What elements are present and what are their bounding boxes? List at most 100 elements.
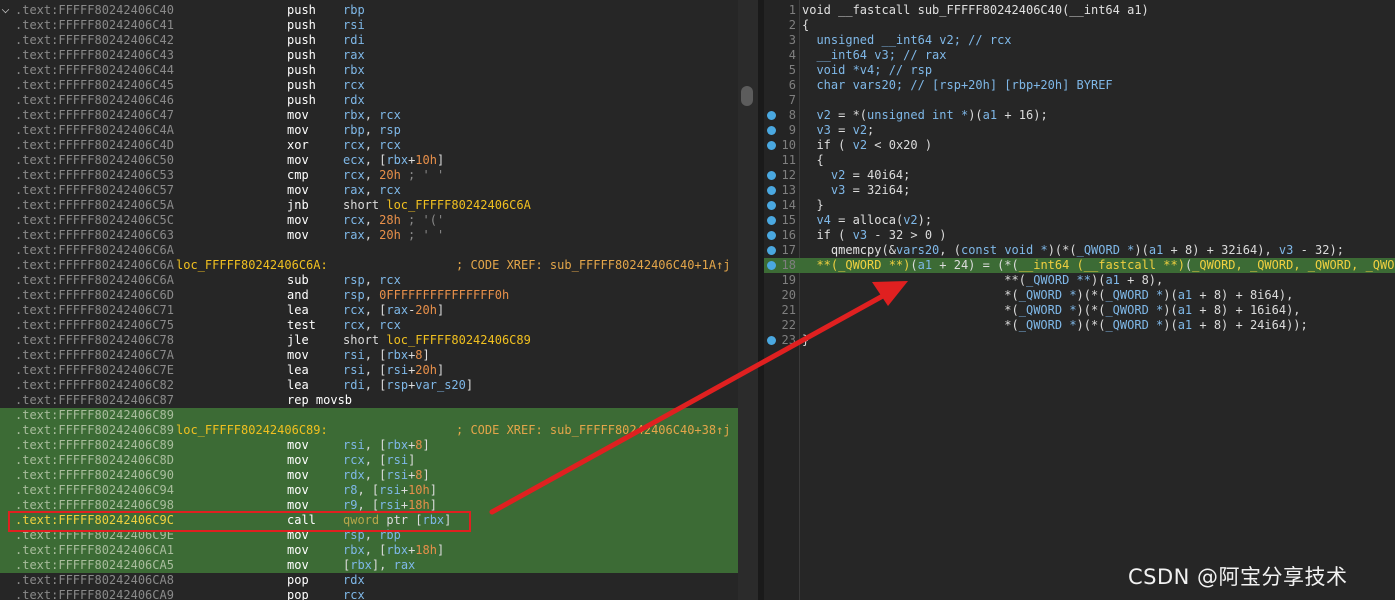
instruction-operands[interactable]: rdx, [rsi+8]	[343, 468, 430, 483]
instruction-mnemonic[interactable]: push	[287, 18, 316, 33]
pseudocode-view[interactable]: 1 void __fastcall sub_FFFFF80242406C40(__…	[764, 0, 1395, 600]
pseudocode-line[interactable]: 22 *(_QWORD *)(*(_QWORD *)(a1 + 8) + 24i…	[764, 318, 1395, 333]
instruction-operands[interactable]: rax	[343, 48, 365, 63]
pseudocode-text[interactable]: v2 = *(unsigned int *)(a1 + 16);	[802, 108, 1047, 123]
pseudocode-text[interactable]: v2 = 40i64;	[802, 168, 911, 183]
disasm-address[interactable]: .text:FFFFF80242406C87	[15, 393, 174, 408]
disasm-line[interactable]: .text:FFFFF80242406C50 mov ecx, [rbx+10h]	[0, 153, 738, 168]
instruction-mnemonic[interactable]: mov	[287, 483, 309, 498]
pseudocode-line-current[interactable]: 18 **(_QWORD **)(a1 + 24) = (*(__int64 (…	[764, 258, 1395, 273]
disasm-line[interactable]: .text:FFFFF80242406C89 loc_FFFFF80242406C…	[0, 423, 738, 438]
instruction-operands[interactable]: rcx, rcx	[343, 318, 401, 333]
instruction-mnemonic[interactable]: sub	[287, 273, 309, 288]
disasm-line[interactable]: .text:FFFFF80242406C6A sub rsp, rcx	[0, 273, 738, 288]
disasm-address[interactable]: .text:FFFFF80242406C40	[15, 3, 174, 18]
disasm-line[interactable]: .text:FFFFF80242406C90 mov rdx, [rsi+8]	[0, 468, 738, 483]
disasm-line[interactable]: .text:FFFFF80242406C5C mov rcx, 28h ; '('	[0, 213, 738, 228]
instruction-mnemonic[interactable]: xor	[287, 138, 309, 153]
instruction-operands[interactable]: rbp	[343, 3, 365, 18]
instruction-operands[interactable]: rbx, rcx	[343, 108, 401, 123]
disasm-address[interactable]: .text:FFFFF80242406C41	[15, 18, 174, 33]
pseudocode-text[interactable]: unsigned __int64 v2; // rcx	[802, 33, 1011, 48]
disasm-line[interactable]: .text:FFFFF80242406CA1 mov rbx, [rbx+18h]	[0, 543, 738, 558]
instruction-operands[interactable]: rdx	[343, 93, 365, 108]
pseudocode-text[interactable]: **(_QWORD **)(a1 + 24) = (*(__int64 (__f…	[802, 258, 1395, 273]
pseudocode-text[interactable]: {	[802, 18, 809, 33]
instruction-operands[interactable]: rbp, rsp	[343, 123, 401, 138]
disasm-address[interactable]: .text:FFFFF80242406C5A	[15, 198, 174, 213]
disasm-address[interactable]: .text:FFFFF80242406C94	[15, 483, 174, 498]
instruction-mnemonic[interactable]: lea	[287, 378, 309, 393]
instruction-operands[interactable]: rbx, [rbx+18h]	[343, 543, 444, 558]
pseudocode-line[interactable]: 17 qmemcpy(&vars20, (const void *)(*(_QW…	[764, 243, 1395, 258]
pseudocode-text[interactable]: *(_QWORD *)(*(_QWORD *)(a1 + 8) + 8i64),	[802, 288, 1293, 303]
pseudocode-text[interactable]: if ( v2 < 0x20 )	[802, 138, 932, 153]
instruction-mnemonic[interactable]: push	[287, 48, 316, 63]
pseudocode-line[interactable]: 16 if ( v3 - 32 > 0 )	[764, 228, 1395, 243]
pseudocode-line[interactable]: 20 *(_QWORD *)(*(_QWORD *)(a1 + 8) + 8i6…	[764, 288, 1395, 303]
disasm-line[interactable]: .text:FFFFF80242406C45 push rcx	[0, 78, 738, 93]
instruction-operands[interactable]: rdi, [rsp+var_s20]	[343, 378, 473, 393]
disasm-address[interactable]: .text:FFFFF80242406C44	[15, 63, 174, 78]
disasm-address[interactable]: .text:FFFFF80242406CA1	[15, 543, 174, 558]
disasm-line[interactable]: .text:FFFFF80242406C78 jle short loc_FFFFF…	[0, 333, 738, 348]
pseudocode-line[interactable]: 13 v3 = 32i64;	[764, 183, 1395, 198]
instruction-mnemonic[interactable]: mov	[287, 153, 309, 168]
instruction-operands[interactable]: rsp, rcx	[343, 273, 401, 288]
disasm-address[interactable]: .text:FFFFF80242406C46	[15, 93, 174, 108]
disasm-line[interactable]: .text:FFFFF80242406C4D xor rcx, rcx	[0, 138, 738, 153]
disasm-line[interactable]: .text:FFFFF80242406CA5 mov [rbx], rax	[0, 558, 738, 573]
disasm-line[interactable]: .text:FFFFF80242406C7A mov rsi, [rbx+8]	[0, 348, 738, 363]
disasm-line[interactable]: .text:FFFFF80242406C87 rep movsb	[0, 393, 738, 408]
pseudocode-line[interactable]: 1 void __fastcall sub_FFFFF80242406C40(__…	[764, 3, 1395, 18]
instruction-mnemonic[interactable]: pop	[287, 588, 309, 600]
instruction-operands[interactable]: rcx, [rsi]	[343, 453, 415, 468]
disasm-line[interactable]: .text:FFFFF80242406C57 mov rax, rcx	[0, 183, 738, 198]
disasm-line[interactable]: .text:FFFFF80242406C63 mov rax, 20h ; ' '	[0, 228, 738, 243]
disasm-address[interactable]: .text:FFFFF80242406C6A	[15, 258, 174, 273]
instruction-operands[interactable]: rcx	[343, 588, 365, 600]
instruction-operands[interactable]: short loc_FFFFF80242406C89	[343, 333, 531, 348]
instruction-mnemonic[interactable]: jle	[287, 333, 309, 348]
instruction-mnemonic[interactable]: mov	[287, 543, 309, 558]
disasm-line[interactable]: .text:FFFFF80242406C53 cmp rcx, 20h ; ' '	[0, 168, 738, 183]
disasm-address[interactable]: .text:FFFFF80242406C43	[15, 48, 174, 63]
pseudocode-text[interactable]: v3 = 32i64;	[802, 183, 911, 198]
pseudocode-line[interactable]: 5 void *v4; // rsp	[764, 63, 1395, 78]
instruction-mnemonic[interactable]: mov	[287, 123, 309, 138]
disasm-line[interactable]: .text:FFFFF80242406C43 push rax	[0, 48, 738, 63]
disasm-line[interactable]: .text:FFFFF80242406C4A mov rbp, rsp	[0, 123, 738, 138]
disasm-address[interactable]: .text:FFFFF80242406C63	[15, 228, 174, 243]
pseudocode-text[interactable]: __int64 v3; // rax	[802, 48, 946, 63]
disasm-address[interactable]: .text:FFFFF80242406C7E	[15, 363, 174, 378]
instruction-mnemonic[interactable]: mov	[287, 468, 309, 483]
instruction-operands[interactable]: rsi, [rbx+8]	[343, 438, 430, 453]
pseudocode-line[interactable]: 10 if ( v2 < 0x20 )	[764, 138, 1395, 153]
pseudocode-line[interactable]: 2{	[764, 18, 1395, 33]
instruction-operands[interactable]: r8, [rsi+10h]	[343, 483, 437, 498]
instruction-mnemonic[interactable]: mov	[287, 108, 309, 123]
collapse-chevron-icon[interactable]	[1, 5, 10, 14]
disasm-line[interactable]: .text:FFFFF80242406C44 push rbx	[0, 63, 738, 78]
disasm-line[interactable]: .text:FFFFF80242406C42 push rdi	[0, 33, 738, 48]
instruction-mnemonic[interactable]: mov	[287, 348, 309, 363]
instruction-operands[interactable]: rcx, 20h ; ' '	[343, 168, 444, 183]
pseudocode-text[interactable]: qmemcpy(&vars20, (const void *)(*(_QWORD…	[802, 243, 1344, 258]
instruction-operands[interactable]: rsi, [rbx+8]	[343, 348, 430, 363]
pseudocode-line[interactable]: 14 }	[764, 198, 1395, 213]
disasm-address[interactable]: .text:FFFFF80242406C42	[15, 33, 174, 48]
instruction-mnemonic[interactable]: mov	[287, 183, 309, 198]
disassembly-scrollbar[interactable]	[738, 0, 758, 600]
instruction-operands[interactable]: [rbx], rax	[343, 558, 415, 573]
pseudocode-text[interactable]: v4 = alloca(v2);	[802, 213, 932, 228]
disasm-line[interactable]: .text:FFFFF80242406C5A jnb short loc_FFFFF…	[0, 198, 738, 213]
pseudocode-text[interactable]: }	[802, 198, 823, 213]
xref-comment[interactable]: ; CODE XREF: sub_FFFFF80242406C40+1A↑j	[456, 258, 731, 273]
disasm-address[interactable]: .text:FFFFF80242406C89	[15, 423, 174, 438]
pseudocode-text[interactable]: char vars20; // [rsp+20h] [rbp+20h] BYRE…	[802, 78, 1112, 93]
pseudocode-line[interactable]: 7	[764, 93, 1395, 108]
pseudocode-text[interactable]: {	[802, 153, 823, 168]
instruction-mnemonic[interactable]: push	[287, 33, 316, 48]
disasm-address[interactable]: .text:FFFFF80242406C5C	[15, 213, 174, 228]
disasm-line[interactable]: .text:FFFFF80242406C71 lea rcx, [rax-20h]	[0, 303, 738, 318]
